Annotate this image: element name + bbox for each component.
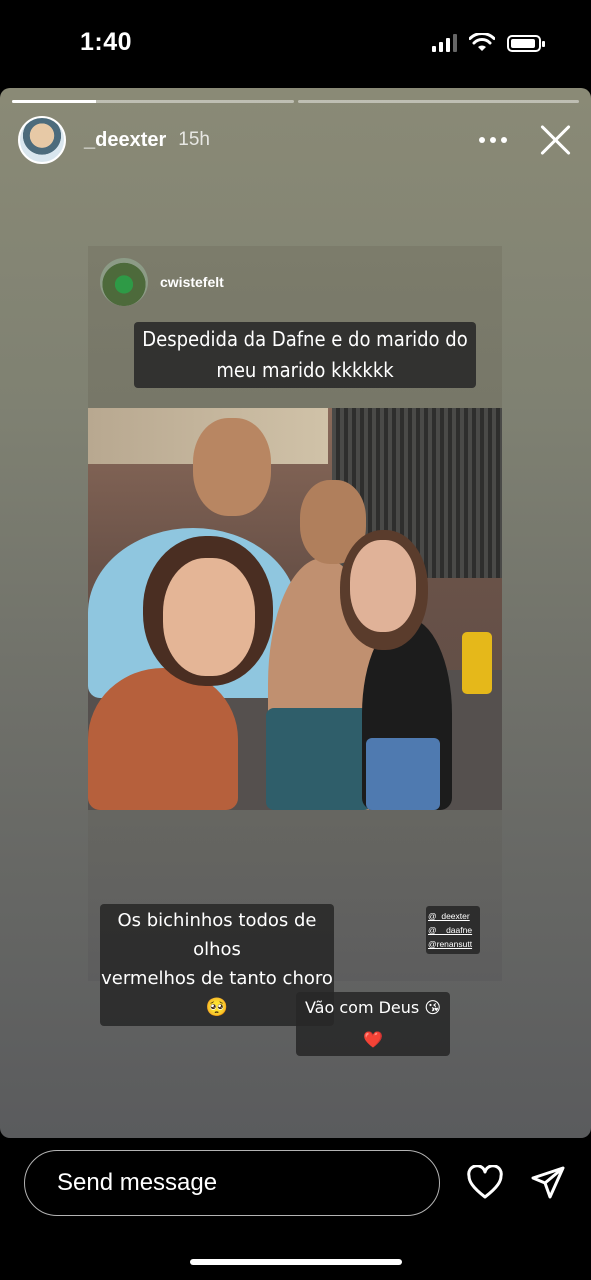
avatar[interactable] — [18, 116, 66, 164]
post-username[interactable]: cwistefelt — [160, 274, 224, 290]
caption-top: Despedida da Dafne e do marido do meu ma… — [134, 322, 476, 388]
post-avatar[interactable] — [100, 258, 148, 306]
story-username[interactable]: _deexter — [84, 129, 166, 152]
beer-can — [462, 632, 492, 694]
story-header: _deexter 15h — [18, 116, 571, 164]
send-message-placeholder: Send message — [57, 1169, 218, 1196]
close-icon[interactable] — [539, 124, 571, 156]
status-icons — [432, 33, 545, 53]
heart-icon[interactable] — [466, 1165, 504, 1201]
caption-line: Os bichinhos todos de olhos — [117, 910, 317, 960]
story-view[interactable]: _deexter 15h cwistefelt Despedida da Daf… — [0, 88, 591, 1138]
story-progress — [12, 100, 579, 103]
mention-tag[interactable]: @_deexter — [428, 909, 478, 923]
status-time: 1:40 — [80, 28, 133, 56]
battery-icon — [507, 34, 545, 52]
share-icon[interactable] — [530, 1165, 566, 1201]
story-timestamp: 15h — [178, 129, 210, 150]
progress-fill — [12, 100, 97, 103]
reshared-post[interactable]: cwistefelt Despedida da Dafne e do marid… — [88, 246, 502, 1056]
mention-tags[interactable]: @_deexter @__daafne @renansutt — [426, 906, 480, 954]
send-message-input[interactable]: Send message — [24, 1150, 440, 1216]
progress-segment — [12, 100, 294, 103]
wifi-icon — [469, 33, 495, 51]
caption-bottom: Vão com Deus 😘❤️ — [296, 992, 450, 1056]
mention-tag[interactable]: @renansutt — [428, 937, 478, 951]
caption-line: meu marido kkkkkk — [216, 358, 394, 382]
more-options-icon[interactable] — [479, 137, 507, 143]
group-photo — [88, 408, 502, 810]
post-header: cwistefelt — [100, 258, 224, 306]
home-indicator — [190, 1259, 402, 1265]
mention-tag[interactable]: @__daafne — [428, 923, 478, 937]
signal-icon — [432, 34, 457, 52]
progress-segment — [297, 100, 579, 103]
caption-line: Despedida da Dafne e do marido do — [142, 327, 468, 351]
